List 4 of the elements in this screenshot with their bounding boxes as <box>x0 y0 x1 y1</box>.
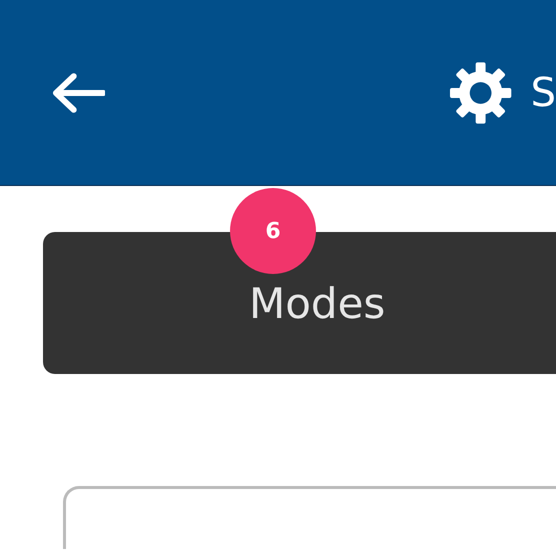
back-arrow-icon[interactable] <box>50 72 106 112</box>
step-badge: 6 <box>230 188 316 274</box>
page-title: S <box>530 70 556 116</box>
settings-icon <box>449 60 513 124</box>
